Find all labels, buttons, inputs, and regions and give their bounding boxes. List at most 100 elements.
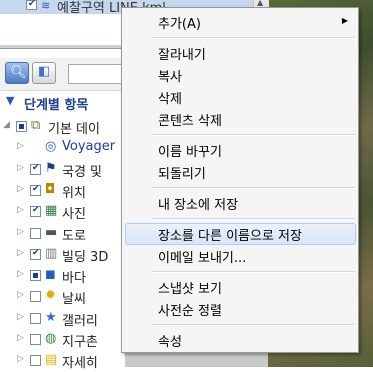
chevron-up-icon: ▲ — [257, 0, 264, 7]
menu-item[interactable]: 사전순 정렬 — [125, 298, 356, 320]
tree-item[interactable]: ▷ ★ 갤러리 — [0, 309, 125, 330]
tree-item-checkbox[interactable] — [16, 121, 27, 132]
menu-item-label: 콘텐츠 삭제 — [158, 114, 222, 129]
menu-item[interactable]: 되돌리기 — [125, 161, 356, 183]
gallery-star-icon: ★ — [45, 309, 57, 325]
tree-item-label: 국경 및 — [62, 164, 103, 180]
menu-item[interactable]: 이름 바꾸기 — [125, 139, 356, 161]
more-info-icon: ▤ — [45, 352, 58, 368]
menu-separator — [152, 37, 355, 39]
expand-icon[interactable]: ▷ — [17, 333, 24, 343]
tree-item[interactable]: ▷ ▬ 도로 — [0, 224, 125, 245]
menu-item-label: 삭제 — [158, 92, 182, 107]
tree-item-label: 위치 — [62, 185, 86, 201]
menu-item[interactable]: 속성 — [125, 329, 356, 351]
tree-header-label: 단계별 항목 — [24, 98, 89, 113]
tree-item[interactable]: ▷ ◼ 바다 — [0, 266, 125, 287]
collapse-icon[interactable]: ◢ — [3, 120, 10, 130]
search-button[interactable]: 🔍︎ — [5, 62, 29, 84]
menu-separator — [152, 134, 355, 136]
expand-icon[interactable]: ▷ — [17, 163, 24, 173]
road-icon: ▬ — [45, 224, 58, 240]
tree-item[interactable]: ▷ ◎ Voyager — [0, 138, 125, 159]
photo-icon: ▦ — [45, 203, 58, 219]
menu-item-label: 내 장소에 저장 — [158, 198, 239, 213]
file-layer-icon: ≋ — [41, 0, 51, 12]
menu-item-label: 사전순 정렬 — [158, 304, 222, 319]
expand-icon[interactable]: ▷ — [17, 141, 24, 151]
partial-check-icon — [19, 124, 24, 129]
tree-item[interactable]: ▷ ◍ 지구촌 — [0, 330, 125, 351]
check-mark-icon: ✔ — [32, 162, 40, 173]
tree-item-checkbox[interactable] — [30, 270, 41, 282]
tree-item-checkbox[interactable]: ✔ — [30, 205, 41, 218]
search-icon: 🔍︎ — [10, 65, 27, 80]
menu-item[interactable]: 내 장소에 저장 — [125, 192, 356, 214]
tree-item-checkbox[interactable] — [30, 355, 41, 367]
tree-item[interactable]: ▷ ✔ ⚑ 국경 및 — [0, 160, 125, 181]
tree-item[interactable]: ▷ ✔ ▦ 사진 — [0, 202, 125, 223]
panel-view-icon: ◧ — [38, 64, 51, 79]
places-tree-header[interactable]: ▼ 단계별 항목 — [0, 92, 125, 114]
menu-item[interactable]: 이메일 보내기... — [125, 245, 356, 267]
submenu-arrow-icon: ▶ — [341, 16, 348, 25]
menu-separator — [152, 187, 355, 189]
tree-item-checkbox[interactable] — [30, 291, 41, 303]
tree-item-label: 지구촌 — [62, 335, 98, 350]
expand-icon[interactable]: ▷ — [17, 205, 24, 215]
search-input[interactable] — [68, 64, 125, 84]
expand-icon[interactable]: ▷ — [17, 354, 24, 364]
search-toolbar: 🔍︎ ◧ — [0, 58, 125, 91]
expand-icon[interactable]: ▷ — [17, 184, 24, 194]
menu-item[interactable]: 복사 — [125, 64, 356, 86]
expand-icon[interactable]: ▷ — [17, 290, 24, 300]
menu-item-label: 장소를 다른 이름으로 저장 — [158, 229, 302, 244]
panel-view-button[interactable]: ◧ — [32, 62, 56, 84]
tree-item[interactable]: ▷ ✔ ▥ 빌딩 3D — [0, 245, 125, 266]
check-mark-icon: ✔ — [32, 205, 40, 216]
tree-item-checkbox[interactable] — [30, 227, 41, 239]
expand-icon[interactable]: ▷ — [17, 312, 24, 322]
tree-item-checkbox[interactable] — [30, 312, 41, 324]
tree-item[interactable]: ◢ ⧉ 기본 데이 — [0, 117, 125, 138]
voyager-icon: ◎ — [45, 139, 57, 155]
panel-splitter[interactable] — [0, 44, 125, 49]
menu-item-label: 복사 — [158, 70, 182, 85]
globe-icon: ◍ — [45, 331, 57, 346]
menu-item[interactable]: 콘텐츠 삭제 — [125, 108, 356, 130]
menu-item-label: 이메일 보내기... — [158, 251, 247, 266]
tree-item-label: 빌딩 3D — [62, 249, 109, 265]
menu-item[interactable]: 잘라내기 — [125, 42, 356, 64]
tree-item-label: 갤러리 — [62, 313, 98, 329]
expand-icon[interactable]: ▷ — [17, 248, 24, 258]
tree-item-label: 자세히 — [62, 356, 98, 372]
tree-item-checkbox[interactable] — [30, 334, 41, 345]
tree-item-label: 기본 데이 — [48, 122, 100, 137]
check-mark-icon: ✔ — [32, 247, 40, 258]
menu-item-label: 속성 — [158, 335, 182, 350]
tree-item[interactable]: ▷ ✹ 날씨 — [0, 287, 125, 308]
menu-item[interactable]: 스냅샷 보기 — [125, 276, 356, 298]
menu-item[interactable]: 추가(A) ▶ — [125, 11, 356, 33]
tree-item-checkbox[interactable]: ✔ — [30, 183, 41, 196]
collapse-triangle-icon: ▼ — [6, 94, 15, 107]
menu-item-label: 잘라내기 — [158, 48, 206, 63]
ocean-icon: ◼ — [45, 267, 56, 283]
check-mark-icon: ✔ — [28, 0, 36, 9]
menu-item[interactable]: 장소를 다른 이름으로 저장 — [125, 223, 356, 245]
tree-item-label: 도로 — [62, 228, 86, 244]
layer-checkbox[interactable]: ✔ — [26, 0, 37, 10]
tree-item-checkbox[interactable]: ✔ — [30, 247, 41, 260]
layers-icon: ⧉ — [31, 118, 41, 133]
context-menu: 추가(A) ▶ 잘라내기복사삭제콘텐츠 삭제이름 바꾸기 되돌리기내 장소에 저장장소… — [121, 7, 359, 353]
expand-icon[interactable]: ▷ — [17, 227, 24, 237]
check-mark-icon: ✔ — [32, 183, 40, 194]
tree-item[interactable]: ▷ ✔ ◘ 위치 — [0, 181, 125, 202]
tree-item[interactable]: ▷ ▤ 자세히 — [0, 351, 125, 372]
menu-item[interactable]: 삭제 — [125, 86, 356, 108]
weather-icon: ✹ — [45, 288, 56, 304]
tree-item-checkbox[interactable]: ✔ — [30, 162, 41, 175]
tree-item-label: 사진 — [62, 207, 86, 223]
expand-icon[interactable]: ▷ — [17, 269, 24, 279]
flag-icon: ⚑ — [45, 160, 57, 176]
